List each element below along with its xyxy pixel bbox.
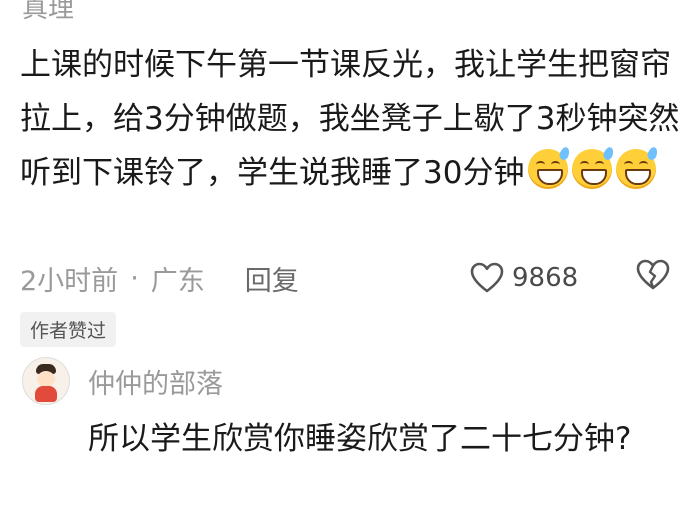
comment-meta-row: 2小时前 · 广东 回复 9868 (20, 258, 680, 298)
broken-heart-icon (636, 259, 670, 289)
like-button[interactable]: 9868 (470, 262, 578, 294)
comment-body: 上课的时候下午第一节课反光，我让学生把窗帘拉上，给3分钟做题，我坐凳子上歇了3秒… (20, 38, 685, 200)
reply-button[interactable]: 回复 (245, 259, 299, 298)
reply-author-name[interactable]: 仲仲的部落 (88, 362, 223, 401)
comment-location: 广东 (150, 265, 205, 297)
like-count: 9868 (512, 263, 579, 293)
sweat-grin-emoji-icon (616, 145, 660, 189)
reply-text: 所以学生欣赏你睡姿欣赏了二十七分钟? (88, 421, 632, 457)
comment-author-name[interactable]: 真理 (22, 0, 74, 25)
heart-outline-icon (470, 262, 504, 293)
author-liked-badge: 作者赞过 (20, 312, 117, 347)
emoji-group (528, 145, 660, 189)
sweat-grin-emoji-icon (528, 145, 572, 189)
meta-separator: · (130, 262, 139, 294)
sweat-grin-emoji-icon (572, 145, 616, 189)
dislike-button[interactable] (636, 259, 670, 298)
avatar[interactable] (22, 357, 70, 405)
comment-time: 2小时前 (20, 265, 119, 297)
